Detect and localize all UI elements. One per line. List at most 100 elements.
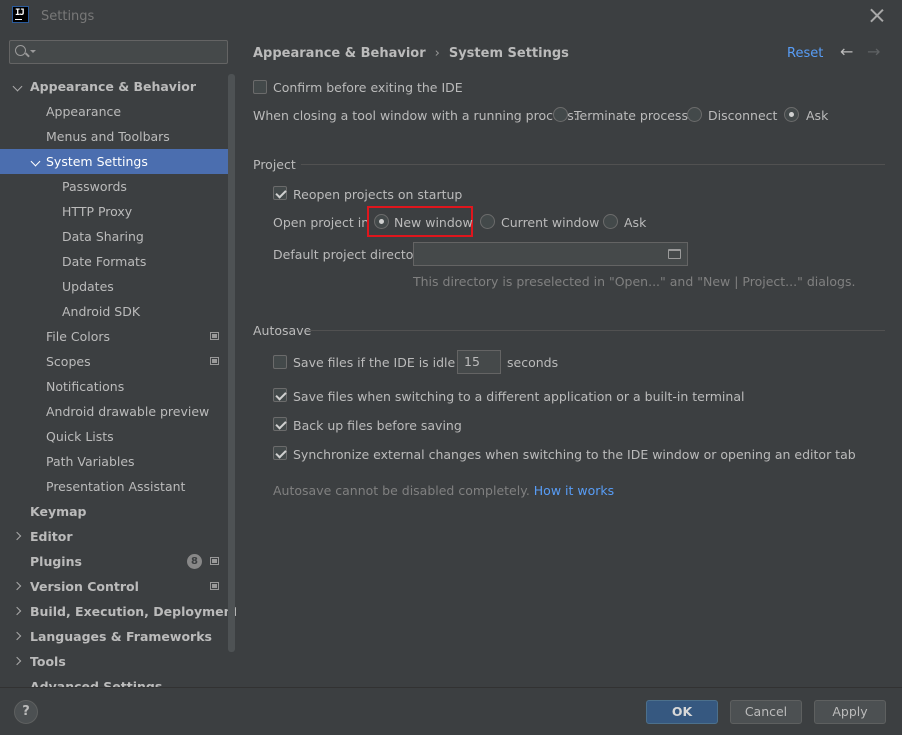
idle-seconds-input[interactable]: 15 [457,350,501,374]
app-icon-text: IJ [15,8,25,18]
ask-open-radio[interactable] [603,214,618,229]
sync-external-checkbox[interactable] [273,446,287,460]
sidebar-scrollbar[interactable] [228,74,235,652]
sidebar-item-appearance-behavior[interactable]: Appearance & Behavior [0,74,228,99]
closing-tool-window-label: When closing a tool window with a runnin… [253,108,578,123]
disconnect-label: Disconnect [708,108,778,123]
save-switch-app-checkbox[interactable] [273,388,287,402]
search-input[interactable] [9,40,228,64]
sidebar-item-label: Keymap [30,504,87,519]
sidebar-item-advanced-settings[interactable]: Advanced Settings [0,674,228,687]
breadcrumb-current: System Settings [448,46,569,61]
help-button[interactable]: ? [14,700,38,724]
project-level-icon [210,557,219,565]
chevron-right-icon[interactable] [12,581,22,591]
new-window-radio[interactable] [374,214,389,229]
sidebar-item-quick-lists[interactable]: Quick Lists [0,424,228,449]
save-switch-app-label: Save files when switching to a different… [293,389,745,404]
window-title: Settings [41,9,95,24]
ask-open-label: Ask [624,215,647,230]
sidebar-item-data-sharing[interactable]: Data Sharing [0,224,228,249]
current-window-radio[interactable] [480,214,495,229]
sync-external-label: Synchronize external changes when switch… [293,447,856,462]
sidebar-item-tools[interactable]: Tools [0,649,228,674]
sidebar-item-label: Date Formats [62,254,147,269]
plugins-count-badge: 8 [187,554,202,569]
how-it-works-link[interactable]: How it works [534,483,614,498]
sidebar-item-file-colors[interactable]: File Colors [0,324,228,349]
sidebar-item-label: Advanced Settings [30,679,163,687]
disconnect-radio[interactable] [687,107,702,122]
sidebar-item-notifications[interactable]: Notifications [0,374,228,399]
sidebar-item-build-execution-deployment[interactable]: Build, Execution, Deployment [0,599,236,624]
confirm-exit-checkbox[interactable] [253,80,267,94]
sidebar-item-menus-toolbars[interactable]: Menus and Toolbars [0,124,228,149]
sidebar-item-languages-frameworks[interactable]: Languages & Frameworks [0,624,228,649]
default-dir-label: Default project directory: [273,247,430,262]
sidebar-item-label: Presentation Assistant [46,479,186,494]
ask-label: Ask [806,108,829,123]
cancel-button[interactable]: Cancel [730,700,802,724]
ask-radio[interactable] [784,107,799,122]
folder-icon[interactable] [668,249,681,259]
sidebar-item-appearance[interactable]: Appearance [0,99,228,124]
chevron-down-icon[interactable] [12,81,23,92]
open-project-in-label: Open project in [273,215,370,230]
sidebar-item-label: Updates [62,279,114,294]
default-dir-field[interactable] [413,242,688,266]
sidebar-item-scopes[interactable]: Scopes [0,349,228,374]
sidebar-item-label: File Colors [46,329,111,344]
save-idle-checkbox[interactable] [273,355,287,369]
chevron-down-icon[interactable] [30,156,41,167]
sidebar-item-android-sdk[interactable]: Android SDK [0,299,228,324]
chevron-down-icon[interactable] [30,50,36,53]
sidebar-item-label: Data Sharing [62,229,144,244]
sidebar-item-label: System Settings [46,154,148,169]
terminate-process-radio[interactable] [553,107,568,122]
forward-arrow-icon[interactable]: → [867,44,880,60]
section-divider [309,330,885,331]
chevron-right-icon[interactable] [12,631,22,641]
dialog-footer: ? OK Cancel Apply [0,687,902,735]
sidebar-item-label: Android SDK [62,304,141,319]
sidebar-item-plugins[interactable]: Plugins 8 [0,549,228,574]
reset-link[interactable]: Reset [787,46,823,61]
chevron-right-icon[interactable] [12,606,22,616]
settings-content: Appearance & Behavior › System Settings Re… [236,32,902,687]
sidebar-item-passwords[interactable]: Passwords [0,174,228,199]
sidebar-item-label: Path Variables [46,454,135,469]
sidebar-item-path-variables[interactable]: Path Variables [0,449,228,474]
sidebar-item-http-proxy[interactable]: HTTP Proxy [0,199,228,224]
chevron-right-icon[interactable] [12,656,22,666]
sidebar-item-label: Build, Execution, Deployment [30,604,236,619]
project-section-title: Project [253,157,296,172]
backup-files-checkbox[interactable] [273,417,287,431]
sidebar-item-updates[interactable]: Updates [0,274,228,299]
sidebar-item-system-settings[interactable]: System Settings [0,149,228,174]
search-icon [15,45,26,56]
sidebar-item-presentation-assistant[interactable]: Presentation Assistant [0,474,228,499]
ok-button[interactable]: OK [646,700,718,724]
sidebar-item-version-control[interactable]: Version Control [0,574,228,599]
sidebar-item-label: Menus and Toolbars [46,129,170,144]
sidebar-item-label: Plugins [30,554,82,569]
chevron-right-icon[interactable] [12,531,22,541]
breadcrumb-parent[interactable]: Appearance & Behavior [253,46,426,61]
close-icon[interactable] [870,8,884,22]
sidebar-item-label: Scopes [46,354,91,369]
sidebar-item-label: Editor [30,529,73,544]
sidebar-item-label: Notifications [46,379,125,394]
settings-sidebar: Appearance & Behavior Appearance Menus a… [0,32,236,687]
confirm-exit-label: Confirm before exiting the IDE [273,80,463,95]
project-level-icon [210,357,219,365]
sidebar-item-keymap[interactable]: Keymap [0,499,228,524]
project-level-icon [210,582,219,590]
sidebar-item-date-formats[interactable]: Date Formats [0,249,228,274]
sidebar-item-editor[interactable]: Editor [0,524,228,549]
default-dir-hint: This directory is preselected in "Open..… [413,274,856,289]
sidebar-item-android-drawable-preview[interactable]: Android drawable preview [0,399,228,424]
apply-button[interactable]: Apply [814,700,886,724]
sidebar-item-label: Android drawable preview [46,404,210,419]
back-arrow-icon[interactable]: ← [840,44,853,60]
reopen-projects-checkbox[interactable] [273,186,287,200]
